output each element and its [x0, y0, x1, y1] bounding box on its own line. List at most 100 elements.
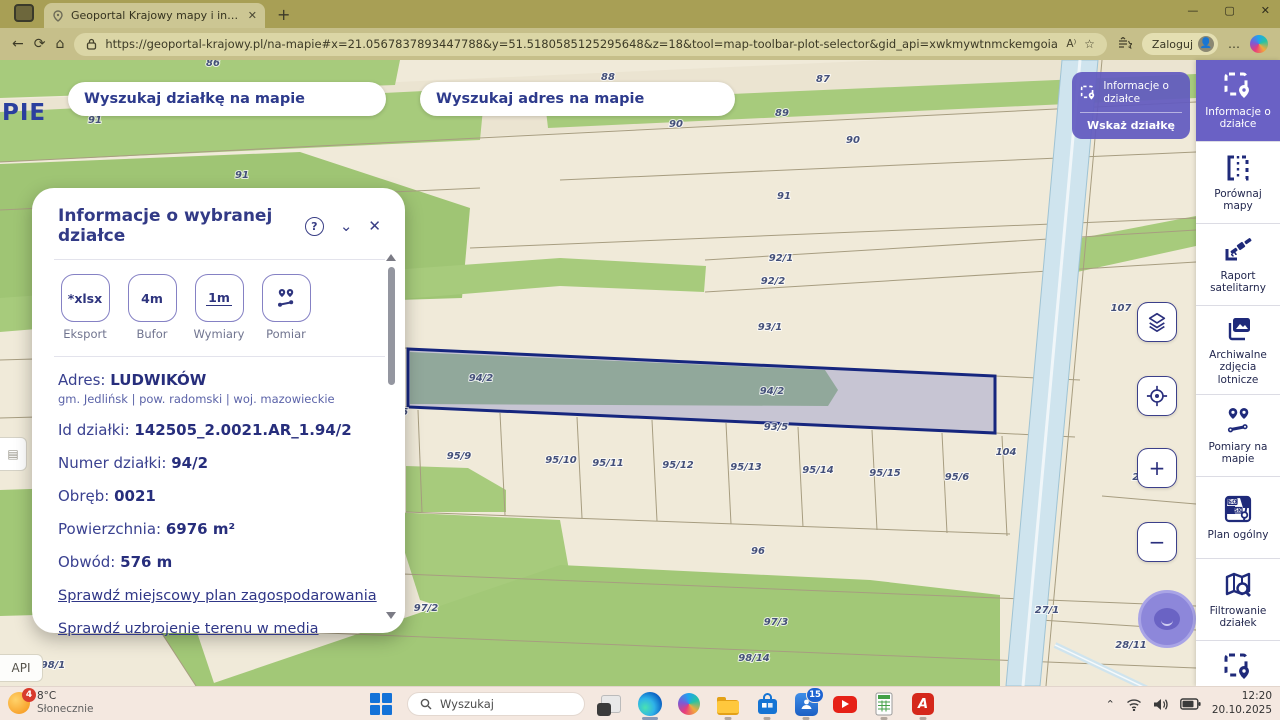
parcel-number-label: 95/15	[869, 468, 901, 479]
sun-icon: 4	[8, 692, 30, 714]
sidebar-item-filter-parcels[interactable]: Filtrowanie działek	[1196, 559, 1280, 641]
layers-button[interactable]	[1137, 302, 1177, 342]
browser-menu-icon[interactable]: …	[1228, 37, 1240, 51]
sidebar-item-parcel-info[interactable]: Informacje o działce	[1196, 60, 1280, 142]
login-button[interactable]: Zaloguj 👤	[1142, 33, 1218, 55]
windows-logo-icon	[370, 693, 392, 715]
window-maximize-button[interactable]: ▢	[1224, 4, 1234, 17]
locate-button[interactable]	[1137, 376, 1177, 416]
parcel-number-label: 95/13	[730, 462, 762, 473]
weather-desc: Słonecznie	[37, 703, 94, 716]
browser-tab[interactable]: Geoportal Krajowy mapy i informa ✕	[44, 3, 265, 28]
youtube-button[interactable]	[832, 691, 858, 717]
field-address-sub: gm. Jedlińsk | pow. radomski | woj. mazo…	[58, 392, 381, 406]
panel-scrollbar[interactable]	[385, 254, 397, 619]
general-plan-icon: SOSK	[1223, 494, 1253, 524]
acrobat-button[interactable]: A	[910, 691, 936, 717]
tool-tooltip: Informacje o działce Wskaż działkę	[1072, 72, 1190, 139]
weather-temp: 8°C	[37, 690, 94, 703]
measure-button[interactable]: Pomiar	[259, 274, 313, 341]
home-button[interactable]: ⌂	[55, 36, 64, 52]
partial-map-widget[interactable]: ▤	[0, 437, 27, 471]
tab-favicon-pin-icon	[52, 10, 64, 22]
sidebar-item-compare-maps[interactable]: Porównaj mapy	[1196, 142, 1280, 224]
panel-close-icon[interactable]: ✕	[368, 217, 381, 235]
parcel-number-label: 89	[775, 108, 789, 119]
new-tab-button[interactable]: +	[277, 5, 290, 24]
parcel-number-label: 94/2	[760, 386, 785, 397]
start-button[interactable]	[368, 691, 394, 717]
tab-close-icon[interactable]: ✕	[248, 9, 257, 22]
field-district: Obręb: 0021	[58, 487, 381, 505]
parcel-number-label: 87	[816, 74, 830, 85]
buffer-4m-icon: 4m	[128, 274, 177, 322]
tooltip-action[interactable]: Wskaż działkę	[1080, 119, 1182, 132]
read-aloud-icon[interactable]: A⁾	[1066, 38, 1076, 50]
map-viewport[interactable]: 86888791899090919192/192/293/110794/294/…	[0, 60, 1196, 686]
parcel-number-label: 95/12	[662, 460, 694, 471]
office-calc-button[interactable]	[871, 691, 897, 717]
zoom-out-button[interactable]: −	[1137, 522, 1177, 562]
chat-app-button[interactable]: 15	[793, 691, 819, 717]
sidebar-item-general-plan[interactable]: SOSK Plan ogólny	[1196, 477, 1280, 559]
copilot-icon[interactable]	[1250, 35, 1268, 53]
search-placeholder: Wyszukaj	[440, 697, 494, 711]
taskbar-search[interactable]: Wyszukaj	[407, 692, 585, 716]
chat-badge: 15	[806, 687, 824, 703]
zoning-plan-link[interactable]: Sprawdź miejscowy plan zagospodarowania	[58, 588, 381, 604]
task-view-button[interactable]	[598, 691, 624, 717]
parcel-number-label: 91	[88, 115, 102, 126]
copilot-button[interactable]	[676, 691, 702, 717]
store-button[interactable]	[754, 691, 780, 717]
window-minimize-button[interactable]: —	[1187, 4, 1198, 17]
chat-bubble-button[interactable]	[1138, 590, 1196, 648]
field-area: Powierzchnia: 6976 m²	[58, 520, 381, 538]
sidebar-item-satellite-report[interactable]: Raport satelitarny	[1196, 224, 1280, 306]
help-icon[interactable]: ?	[305, 216, 324, 236]
youtube-icon	[833, 696, 857, 713]
api-badge[interactable]: API	[0, 654, 43, 682]
tray-chevron-icon[interactable]: ⌃	[1106, 698, 1115, 711]
export-button[interactable]: *xlsx Eksport	[58, 274, 112, 341]
parcel-number-label: 86	[206, 60, 220, 69]
collections-icon[interactable]	[1117, 37, 1132, 51]
address-bar[interactable]: https://geoportal-krajowy.pl/na-mapie#x=…	[74, 33, 1107, 56]
battery-icon[interactable]	[1180, 698, 1201, 710]
select-parcel-icon	[1223, 652, 1253, 682]
window-close-button[interactable]: ✕	[1261, 4, 1270, 17]
parcel-number-label: 27/1	[1035, 605, 1060, 616]
wifi-icon[interactable]	[1126, 698, 1142, 711]
scroll-down-icon[interactable]	[386, 612, 396, 619]
scroll-up-icon[interactable]	[386, 254, 396, 261]
volume-icon[interactable]	[1153, 698, 1169, 711]
weather-widget[interactable]: 4 8°C Słonecznie	[8, 690, 94, 716]
measure-pins-icon	[262, 274, 311, 322]
edge-button[interactable]	[637, 691, 663, 717]
scroll-thumb[interactable]	[388, 267, 395, 385]
tools-sidebar: Informacje o działce Porównaj mapy Rapor…	[1196, 60, 1280, 686]
store-icon	[756, 693, 779, 716]
workspaces-icon[interactable]	[14, 4, 34, 22]
dimensions-button[interactable]: 1m Wymiary	[192, 274, 246, 341]
search-address-input[interactable]: Wyszukaj adres na mapie	[420, 82, 735, 116]
field-parcel-number: Numer działki: 94/2	[58, 454, 381, 472]
refresh-button[interactable]: ⟳	[34, 36, 46, 52]
svg-text:SO: SO	[1228, 499, 1237, 505]
sidebar-item-archive-photos[interactable]: Archiwalne zdjęcia lotnicze	[1196, 306, 1280, 395]
zoom-in-button[interactable]: +	[1137, 448, 1177, 488]
file-explorer-button[interactable]	[715, 691, 741, 717]
tooltip-title: Informacje o działce	[1103, 80, 1182, 105]
utilities-link[interactable]: Sprawdź uzbrojenie terenu w media	[58, 621, 381, 637]
parcel-number-label: 95/11	[592, 458, 623, 469]
search-plot-input[interactable]: Wyszukaj działkę na mapie	[68, 82, 386, 116]
tray-clock[interactable]: 12:20 20.10.2025	[1212, 690, 1272, 717]
back-button[interactable]: ←	[12, 36, 24, 52]
edge-icon	[638, 692, 662, 716]
favorite-star-icon[interactable]: ☆	[1084, 37, 1095, 51]
parcel-number-label: 90	[669, 119, 683, 130]
sidebar-item-measurements[interactable]: Plan ogólny Pomiary na mapie	[1196, 395, 1280, 477]
buffer-button[interactable]: 4m Bufor	[125, 274, 179, 341]
collapse-chevron-icon[interactable]: ⌄	[340, 217, 353, 235]
parcel-number-label: 95/10	[545, 455, 577, 466]
sidebar-item-select-parcel[interactable]: Wybierz działkę	[1196, 641, 1280, 686]
